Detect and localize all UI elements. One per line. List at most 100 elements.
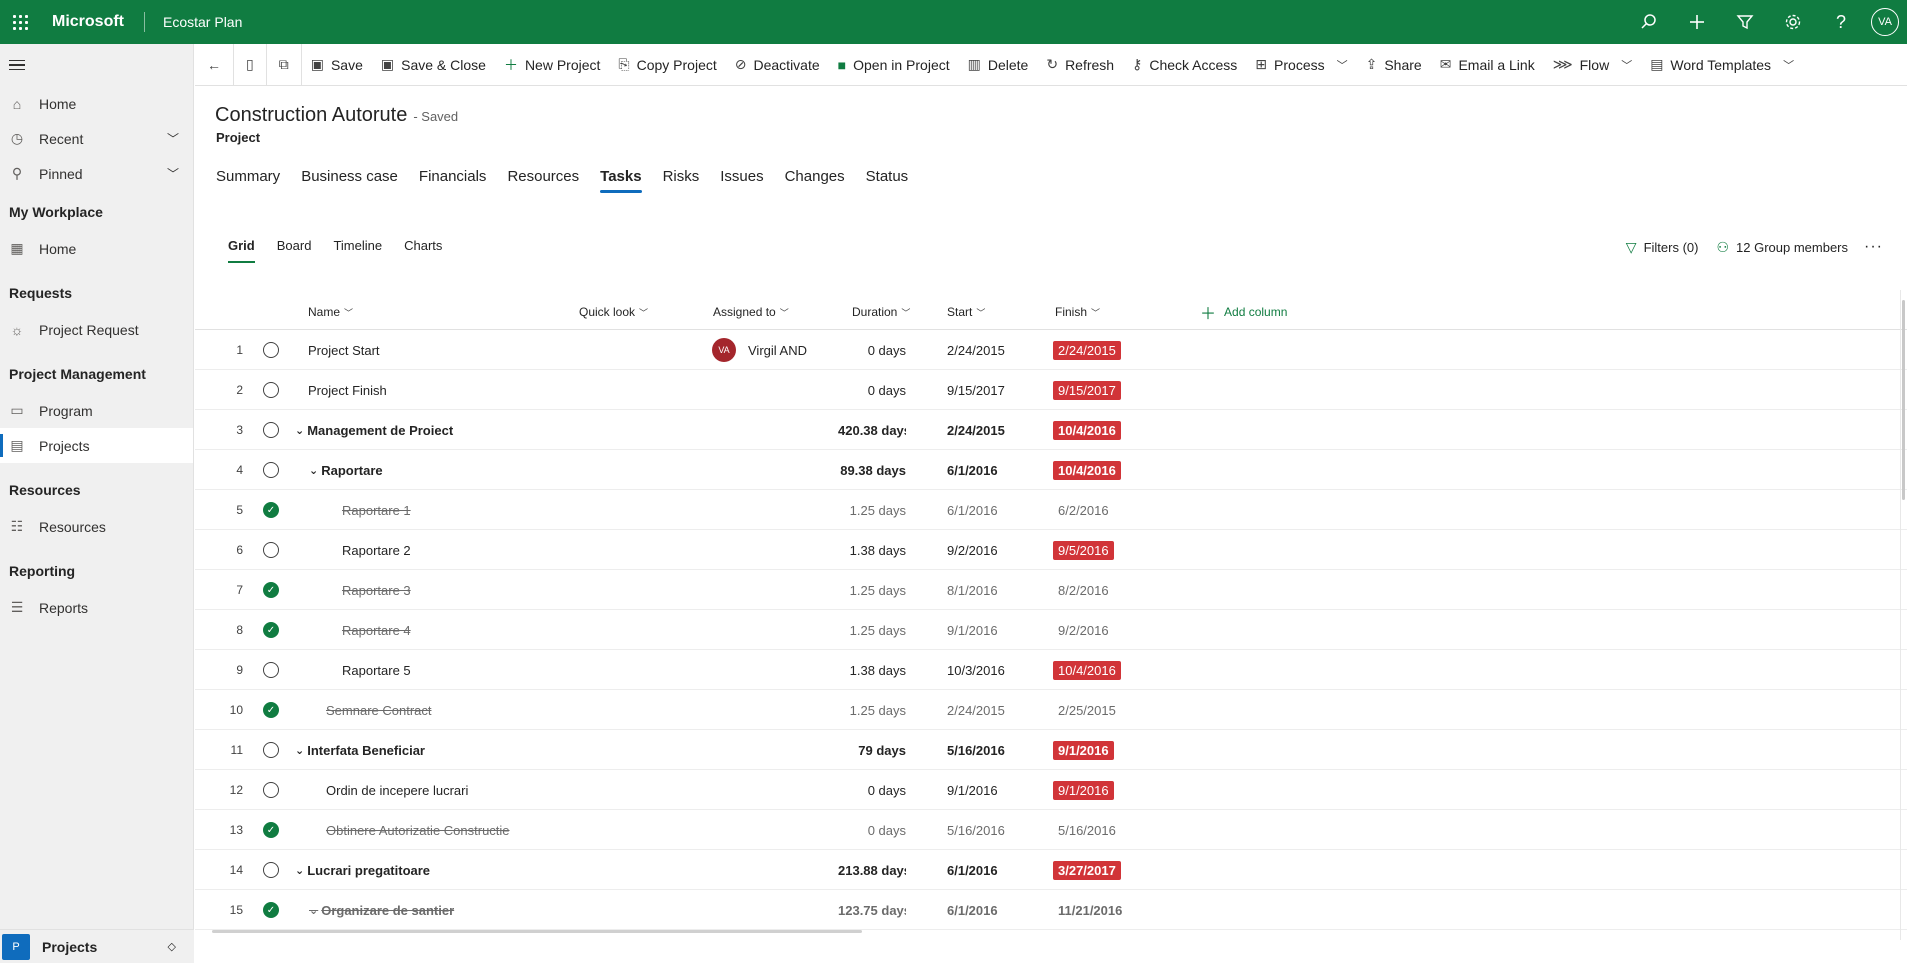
table-row[interactable]: 13 ✓ Obtinere Autorizatie Constructie 0 day… [195,810,1907,850]
chevron-down-icon[interactable]: ⌄ [295,744,304,757]
task-complete-checkbox[interactable] [263,730,281,770]
duration-cell[interactable]: 1.25 days [755,490,906,530]
column-header-duration[interactable]: Duration ﹀ [852,294,910,330]
finish-date-cell[interactable]: 9/1/2016 [1053,770,1114,810]
tab-board[interactable]: Board [277,238,312,263]
finish-date-cell[interactable]: 11/21/2016 [1053,890,1127,930]
chevron-down-icon[interactable]: ⌄ [309,904,318,917]
duration-cell[interactable]: 79 days [755,730,906,770]
area-switcher[interactable]: P Projects ◇ [0,929,194,963]
app-launcher-icon[interactable] [2,0,38,44]
start-date-cell[interactable]: 9/1/2016 [947,610,998,650]
filter-icon[interactable] [1721,0,1769,44]
task-complete-checkbox[interactable] [263,370,281,410]
tab-issues[interactable]: Issues [720,168,763,193]
table-row[interactable]: 2 Project Finish 0 days 9/15/2017 9/15/2017 [195,370,1907,410]
task-complete-checkbox[interactable]: ✓ [263,810,281,850]
duration-cell[interactable]: 1.25 days [755,570,906,610]
form-view-button[interactable]: ▯ [234,44,266,85]
more-options-icon[interactable]: ··· [1864,238,1883,256]
start-date-cell[interactable]: 10/3/2016 [947,650,1005,690]
app-name[interactable]: Ecostar Plan [163,14,242,30]
column-header-assigned[interactable]: Assigned to ﹀ [713,294,789,330]
task-name[interactable]: Raportare 1 [342,490,598,530]
task-complete-checkbox[interactable] [263,530,281,570]
open-new-window-button[interactable]: ⧉ [267,44,301,85]
task-complete-checkbox[interactable]: ✓ [263,610,281,650]
tab-financials[interactable]: Financials [419,168,487,193]
task-name[interactable]: Project Start [308,330,598,370]
chevron-down-icon[interactable]: ﹀ [167,165,179,182]
task-complete-checkbox[interactable] [263,450,281,490]
duration-cell[interactable]: 420.38 days [755,410,906,450]
start-date-cell[interactable]: 9/1/2016 [947,770,998,810]
start-date-cell[interactable]: 5/16/2016 [947,810,1005,850]
tab-timeline[interactable]: Timeline [333,238,382,263]
tab-business-case[interactable]: Business case [301,168,398,193]
finish-date-cell[interactable]: 9/15/2017 [1053,370,1121,410]
chevron-down-icon[interactable]: ⌄ [309,464,318,477]
task-name[interactable]: ⌄ Interfata Beneficiar [295,730,598,770]
duration-cell[interactable]: 89.38 days [755,450,906,490]
table-row[interactable]: 3 ⌄ Management de Proiect 420.38 days 2/24/2… [195,410,1907,450]
finish-date-cell[interactable]: 10/4/2016 [1053,410,1121,450]
table-row[interactable]: 11 ⌄ Interfata Beneficiar 79 days 5/16/2016 9… [195,730,1907,770]
finish-date-cell[interactable]: 9/1/2016 [1053,730,1114,770]
table-row[interactable]: 5 ✓ Raportare 1 1.25 days 6/1/2016 6/2/2016 [195,490,1907,530]
start-date-cell[interactable]: 5/16/2016 [947,730,1005,770]
task-name[interactable]: Semnare Contract [326,690,598,730]
vertical-scrollbar[interactable] [1902,300,1905,500]
start-date-cell[interactable]: 9/2/2016 [947,530,998,570]
tab-status[interactable]: Status [866,168,909,193]
duration-cell[interactable]: 213.88 days [755,850,906,890]
task-complete-checkbox[interactable] [263,410,281,450]
column-header-quick-look[interactable]: Quick look ﹀ [579,294,648,330]
process-button[interactable]: ⊞ Process ﹀ [1246,44,1356,85]
user-avatar[interactable]: VA [1871,8,1899,36]
finish-date-cell[interactable]: 9/5/2016 [1053,530,1114,570]
table-row[interactable]: 10 ✓ Semnare Contract 1.25 days 2/24/2015 2/2… [195,690,1907,730]
nav-item-workplace-home[interactable]: ▦ Home [0,231,193,266]
duration-cell[interactable]: 0 days [755,370,906,410]
task-name[interactable]: Ordin de incepere lucrari [326,770,598,810]
search-icon[interactable] [1625,0,1673,44]
column-header-start[interactable]: Start ﹀ [947,294,985,330]
table-row[interactable]: 15 ✓ ⌄ Organizare de santier 123.75 days 6/1/… [195,890,1907,930]
duration-cell[interactable]: 1.38 days [755,650,906,690]
gear-icon[interactable] [1769,0,1817,44]
table-row[interactable]: 8 ✓ Raportare 4 1.25 days 9/1/2016 9/2/2016 [195,610,1907,650]
task-name[interactable]: ⌄ Management de Proiect [295,410,598,450]
tab-tasks[interactable]: Tasks [600,168,642,193]
duration-cell[interactable]: 0 days [755,330,906,370]
task-name[interactable]: ⌄ Organizare de santier [309,890,598,930]
task-name[interactable]: Project Finish [308,370,598,410]
finish-date-cell[interactable]: 3/27/2017 [1053,850,1121,890]
finish-date-cell[interactable]: 2/24/2015 [1053,330,1121,370]
chevron-down-icon[interactable]: ﹀ [167,130,179,147]
column-header-name[interactable]: Name ﹀ [308,294,353,330]
tab-grid[interactable]: Grid [228,238,255,263]
nav-item-reports[interactable]: ☰ Reports [0,590,193,625]
email-link-button[interactable]: ✉ Email a Link [1431,44,1544,85]
start-date-cell[interactable]: 9/15/2017 [947,370,1005,410]
finish-date-cell[interactable]: 5/16/2016 [1053,810,1121,850]
task-name[interactable]: Obtinere Autorizatie Constructie [326,810,598,850]
duration-cell[interactable]: 123.75 days [755,890,906,930]
finish-date-cell[interactable]: 8/2/2016 [1053,570,1114,610]
duration-cell[interactable]: 0 days [755,770,906,810]
table-row[interactable]: 14 ⌄ Lucrari pregatitoare 213.88 days 6/1/20… [195,850,1907,890]
horizontal-scrollbar[interactable] [212,930,862,933]
table-row[interactable]: 12 Ordin de incepere lucrari 0 days 9/1/201… [195,770,1907,810]
start-date-cell[interactable]: 2/24/2015 [947,690,1005,730]
flow-button[interactable]: ⋙ Flow ﹀ [1544,44,1641,85]
share-button[interactable]: ⇪ Share [1357,44,1431,85]
nav-pinned[interactable]: ⚲ Pinned ﹀ [0,156,193,191]
task-complete-checkbox[interactable] [263,770,281,810]
delete-button[interactable]: ▥ Delete [959,44,1038,85]
nav-item-program[interactable]: ▭ Program [0,393,193,428]
duration-cell[interactable]: 1.25 days [755,690,906,730]
back-button[interactable]: ← [195,44,233,85]
tab-summary[interactable]: Summary [216,168,280,193]
task-complete-checkbox[interactable] [263,850,281,890]
finish-date-cell[interactable]: 10/4/2016 [1053,450,1121,490]
